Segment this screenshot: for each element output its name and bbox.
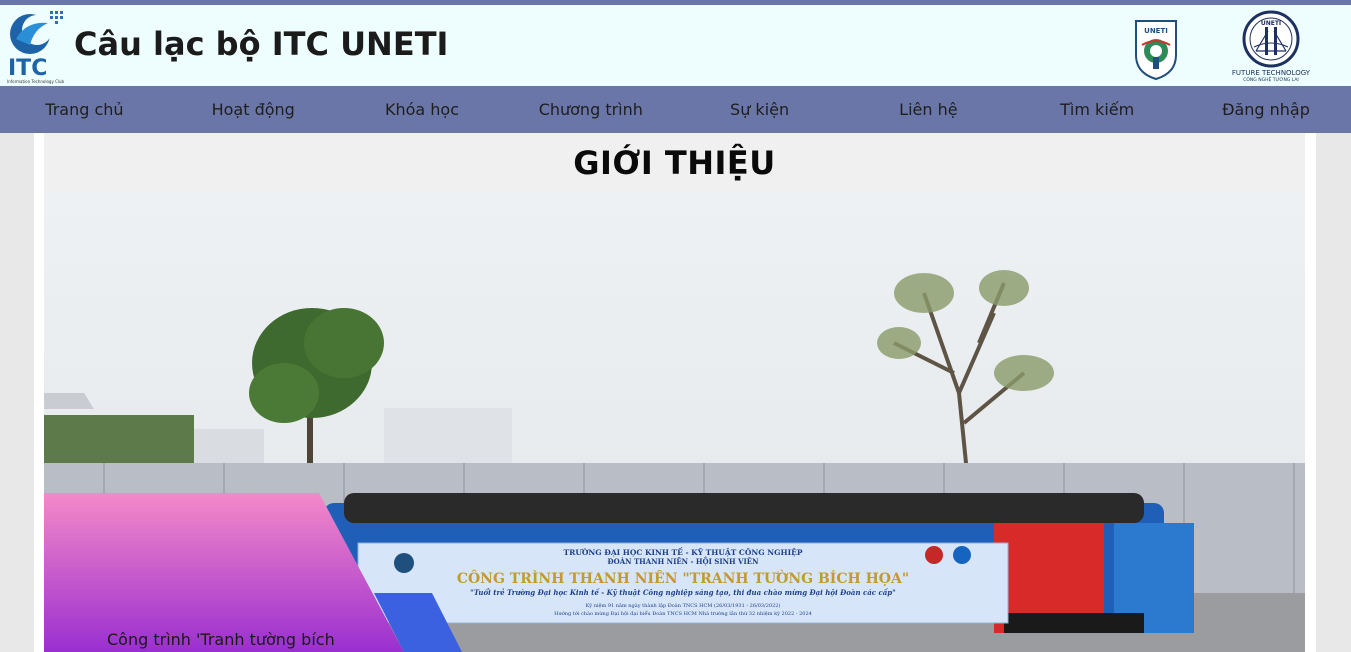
intro-section-header: GIỚI THIỆU <box>44 133 1305 193</box>
nav-item-events[interactable]: Sự kiện <box>675 86 844 133</box>
banner: TRƯỜNG ĐẠI HỌC KINH TẾ - KỸ THUẬT CÔNG N… <box>357 542 1009 624</box>
banner-headline: CÔNG TRÌNH THANH NIÊN "TRANH TƯỜNG BÍCH … <box>457 569 909 587</box>
banner-line-3: "Tuổi trẻ Trường Đại học Kinh tế - Kỹ th… <box>470 588 896 597</box>
ft-logo-text: FUTURE TECHNOLOGY <box>1231 69 1311 77</box>
ft-logo-subtext: CÔNG NGHỆ TƯƠNG LAI <box>1243 78 1299 83</box>
banner-line-2: ĐOÀN THANH NIÊN - HỘI SINH VIÊN <box>607 557 759 566</box>
uneti-logo[interactable]: UNETI <box>1128 15 1184 81</box>
slideshow-image[interactable]: TRƯỜNG ĐẠI HỌC KINH TẾ - KỸ THUẬT CÔNG N… <box>44 193 1305 652</box>
uneti-logo-graphic: UNETI <box>1135 20 1177 81</box>
slide-caption: Công trình 'Tranh tường bích <box>107 630 335 649</box>
main-nav: Trang chủ Hoạt động Khóa học Chương trìn… <box>0 86 1351 133</box>
itc-logo-text: ITC <box>8 56 47 81</box>
right-gutter <box>1316 133 1351 652</box>
itc-logo-graphic: ITC Information Technology Club <box>7 11 65 84</box>
uneti-logo-text: UNETI <box>1144 27 1168 35</box>
ft-logo-top-text: UNETI <box>1261 20 1281 27</box>
banner-line-1: TRƯỜNG ĐẠI HỌC KINH TẾ - KỸ THUẬT CÔNG N… <box>564 547 803 557</box>
nav-item-activities[interactable]: Hoạt động <box>169 86 338 133</box>
nav-item-contact[interactable]: Liên hệ <box>844 86 1013 133</box>
future-technology-logo-graphic: UNETI <box>1242 10 1300 68</box>
nav-item-courses[interactable]: Khóa học <box>338 86 507 133</box>
itc-logo-subtext: Information Technology Club <box>7 79 65 84</box>
site-title: Câu lạc bộ ITC UNETI <box>74 25 449 63</box>
nav-item-search[interactable]: Tìm kiếm <box>1013 86 1182 133</box>
future-technology-logo[interactable]: UNETI FUTURE TECHNOLOGY CÔNG NGHỆ TƯƠNG … <box>1230 9 1312 85</box>
nav-item-programs[interactable]: Chương trình <box>506 86 675 133</box>
section-title: GIỚI THIỆU <box>573 144 776 182</box>
nav-item-home[interactable]: Trang chủ <box>0 86 169 133</box>
site-header: ITC Information Technology Club Câu lạc … <box>0 5 1351 86</box>
building-shape <box>384 408 512 468</box>
nav-item-login[interactable]: Đăng nhập <box>1182 86 1351 133</box>
itc-logo[interactable]: ITC Information Technology Club <box>6 9 68 85</box>
banner-line-4: Kỷ niệm 91 năm ngày thành lập Đoàn TNCS … <box>586 602 781 609</box>
banner-line-5: Hướng tới chào mừng Đại hội đại biểu Đoà… <box>554 609 812 617</box>
group-photo-graphic: TRƯỜNG ĐẠI HỌC KINH TẾ - KỸ THUẬT CÔNG N… <box>44 193 1305 652</box>
